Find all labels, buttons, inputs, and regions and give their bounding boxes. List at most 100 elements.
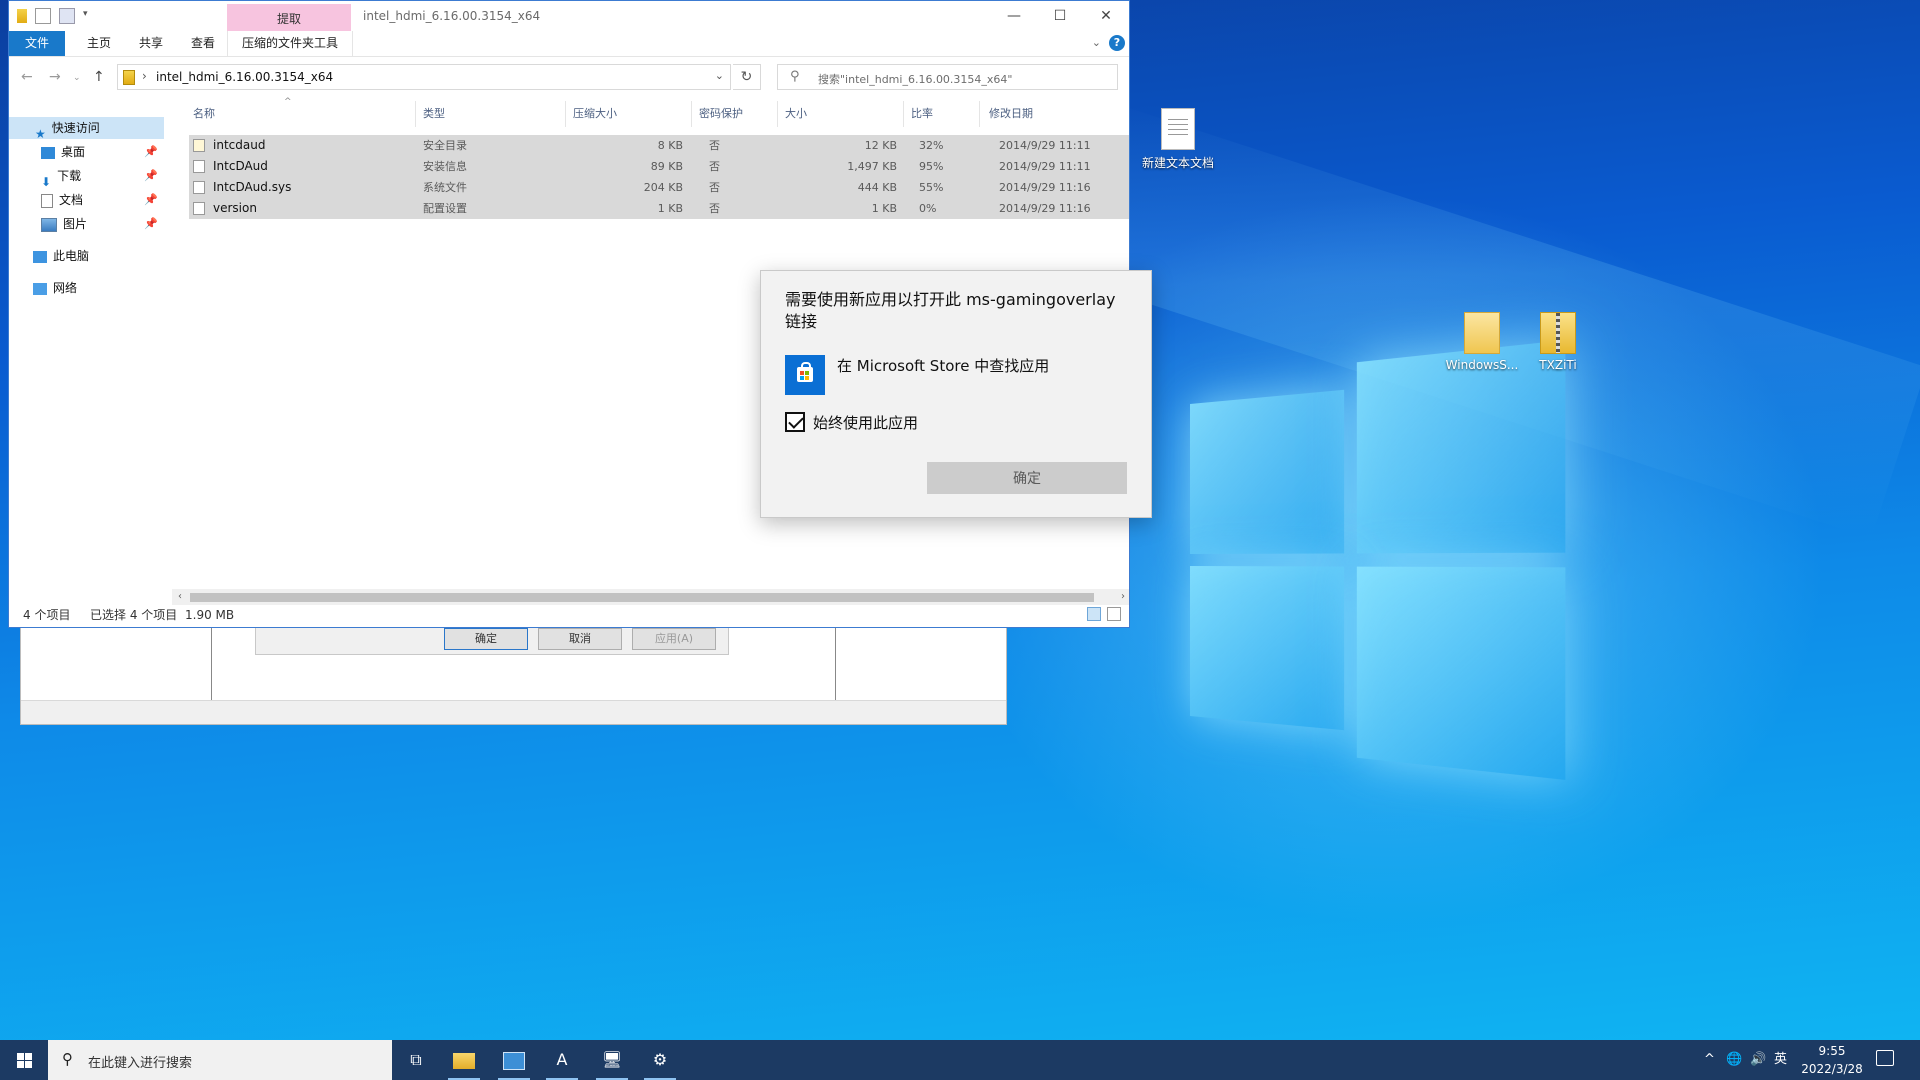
file-explorer-icon[interactable] [440,1040,488,1080]
zip-folder-icon [1540,312,1576,354]
recent-locations-icon[interactable]: ⌄ [73,73,81,83]
back-apply-button[interactable]: 应用(A) [632,628,716,650]
control-panel-icon[interactable] [490,1040,538,1080]
table-row[interactable]: version 配置设置 1 KB 否 1 KB 0% 2014/9/29 11… [189,198,1129,219]
properties-icon[interactable] [35,8,51,24]
desktop-icon-label: WindowsS... [1445,358,1519,372]
microsoft-store-icon[interactable] [785,355,825,395]
breadcrumb-path[interactable]: intel_hdmi_6.16.00.3154_x64 [156,70,333,84]
pin-icon[interactable]: 📌 [144,189,158,211]
tab-compressed-folder-tools[interactable]: 压缩的文件夹工具 [227,31,353,56]
column-header-name[interactable]: 名称 [193,101,215,127]
maximize-button[interactable]: ☐ [1037,1,1083,31]
column-header-type[interactable]: 类型 [423,101,445,127]
address-input[interactable]: › intel_hdmi_6.16.00.3154_x64 ⌄ [117,64,731,90]
action-center-icon[interactable] [1876,1050,1894,1066]
volume-icon[interactable]: 🔊 [1750,1040,1766,1080]
nav-item-downloads[interactable]: ⬇ 下载 📌 [9,165,164,189]
item-count: 4 个项目 [23,608,71,622]
address-bar-row: ← → ⌄ ↑ › intel_hdmi_6.16.00.3154_x64 ⌄ … [9,61,1129,93]
column-header-password[interactable]: 密码保护 [699,101,743,127]
up-arrow-icon[interactable]: ↑ [93,69,105,85]
column-header-ratio[interactable]: 比率 [911,101,933,127]
always-use-label[interactable]: 始终使用此应用 [813,412,918,433]
task-view-icon[interactable]: ⧉ [392,1040,440,1080]
search-placeholder: 搜索"intel_hdmi_6.16.00.3154_x64" [818,73,1013,86]
star-icon: ★ [35,126,46,141]
settings-gear-icon[interactable]: ⚙ [636,1040,684,1080]
breadcrumb-chevron-icon[interactable]: › [142,69,147,83]
desktop-icon-text-file[interactable]: 新建文本文档 [1138,108,1218,171]
pin-icon[interactable]: 📌 [144,165,158,187]
always-use-checkbox[interactable] [785,412,805,432]
windows-logo-wallpaper [1190,338,1581,781]
nav-item-documents[interactable]: 文档 📌 [9,189,164,211]
nav-item-quick-access[interactable]: ★ 快速访问 [9,117,164,141]
forward-arrow-icon[interactable]: → [49,69,61,85]
ok-button[interactable]: 确定 [927,462,1127,494]
back-arrow-icon[interactable]: ← [21,69,33,85]
context-tab-extract[interactable]: 提取 [227,4,351,31]
chevron-down-icon[interactable]: ⌄ [715,69,724,82]
desktop-icon-label: 新建文本文档 [1141,156,1214,170]
store-option-label[interactable]: 在 Microsoft Store 中查找应用 [837,355,1049,376]
desktop-icon-txziti[interactable]: TXZiTi [1518,312,1598,372]
clock-date: 2022/3/28 [1801,1062,1863,1076]
quick-access-toolbar: ▾ [17,8,91,24]
network-globe-icon[interactable]: 🌐 [1726,1040,1742,1080]
search-icon: ⚲ [790,69,800,84]
column-header-compressed-size[interactable]: 压缩大小 [573,101,617,127]
table-row[interactable]: intcdaud 安全目录 8 KB 否 12 KB 32% 2014/9/29… [189,135,1129,156]
close-button[interactable]: ✕ [1083,1,1129,31]
scrollbar-thumb[interactable] [190,593,1094,602]
column-header-modified[interactable]: 修改日期 [989,101,1033,127]
font-app-icon[interactable]: A [538,1040,586,1080]
selected-size: 1.90 MB [185,608,235,622]
tab-share[interactable]: 共享 [127,31,175,56]
selected-count: 已选择 4 个项目 [90,608,178,622]
table-row[interactable]: IntcDAud 安装信息 89 KB 否 1,497 KB 95% 2014/… [189,156,1129,177]
device-manager-icon[interactable]: 🖥 [588,1040,636,1080]
start-button[interactable] [0,1040,48,1080]
nav-item-pictures[interactable]: 图片 📌 [9,213,164,235]
clock-time: 9:55 [1818,1044,1846,1058]
text-file-icon [1161,108,1195,150]
tab-file[interactable]: 文件 [9,31,65,56]
nav-item-desktop[interactable]: 桌面 📌 [9,141,164,163]
tab-view[interactable]: 查看 [179,31,227,56]
minimize-button[interactable]: — [991,1,1037,31]
clock[interactable]: 9:55 2022/3/28 [1796,1042,1868,1078]
back-ok-button[interactable]: 确定 [444,628,528,650]
details-view-icon[interactable] [1087,607,1101,621]
pin-icon[interactable]: 📌 [144,141,158,163]
background-dialog-buttons: 确定 取消 应用(A) [255,624,729,655]
window-title: intel_hdmi_6.16.00.3154_x64 [363,9,541,23]
table-row[interactable]: IntcDAud.sys 系统文件 204 KB 否 444 KB 55% 20… [189,177,1129,198]
help-icon[interactable]: ? [1109,35,1125,51]
search-input[interactable]: ⚲ 搜索"intel_hdmi_6.16.00.3154_x64" [777,64,1118,90]
taskbar: ⚲ 在此键入进行搜索 ⧉ A 🖥 ⚙ ^ 🌐 🔊 英 9:55 2022/3/2… [0,1040,1920,1080]
dialog-title: 需要使用新应用以打开此 ms-gamingoverlay 链接 [785,290,1116,331]
taskbar-search-input[interactable]: ⚲ 在此键入进行搜索 [48,1040,392,1080]
back-cancel-button[interactable]: 取消 [538,628,622,650]
refresh-button[interactable]: ↻ [733,64,761,90]
nav-item-this-pc[interactable]: 此电脑 [9,245,164,267]
tray-chevron-up-icon[interactable]: ^ [1704,1040,1715,1080]
desktop-icon [41,146,55,159]
column-header-size[interactable]: 大小 [785,101,807,127]
desktop-icon-windows-folder[interactable]: WindowsS... [1442,312,1522,372]
ime-indicator[interactable]: 英 [1774,1040,1787,1080]
zip-folder-icon [123,70,135,85]
document-icon [41,193,53,208]
large-icons-view-icon[interactable] [1107,607,1121,621]
network-icon [33,282,47,295]
pictures-icon [41,217,57,232]
chevron-down-icon[interactable]: ⌄ [1092,36,1101,49]
tab-home[interactable]: 主页 [75,31,123,56]
pin-icon[interactable]: 📌 [144,213,158,235]
chevron-down-icon[interactable]: ▾ [83,9,91,23]
download-icon: ⬇ [41,174,52,189]
nav-item-network[interactable]: 网络 [9,277,164,299]
taskbar-search-placeholder: 在此键入进行搜索 [88,1056,193,1071]
new-folder-icon[interactable] [59,8,75,24]
